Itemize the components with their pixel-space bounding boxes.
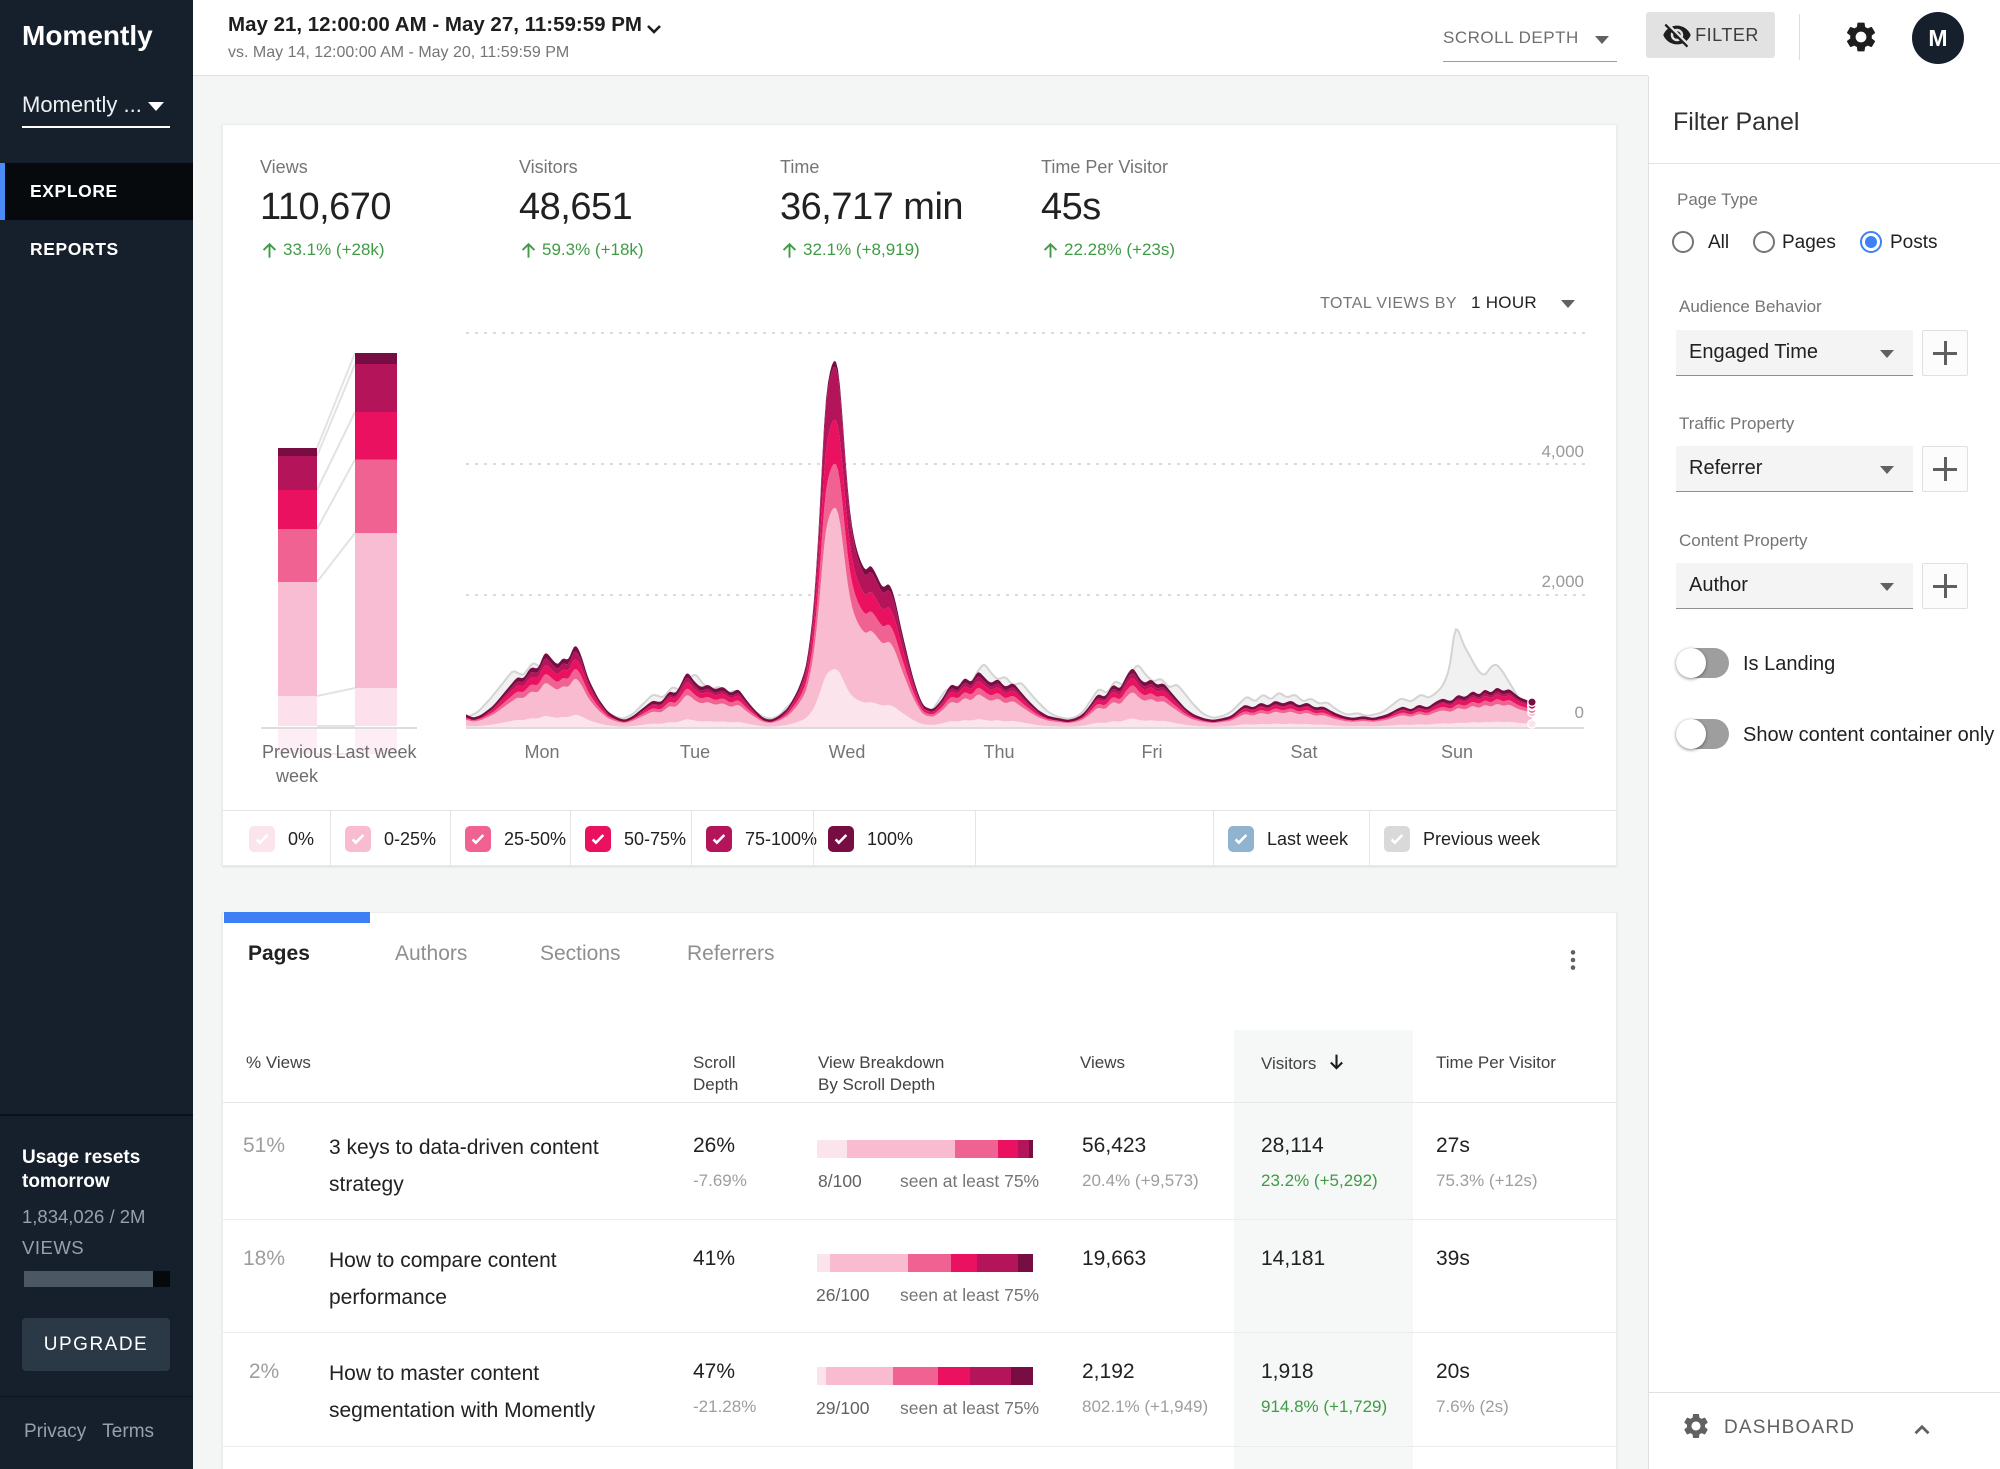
svg-text:Sat: Sat [1290,742,1317,762]
svg-text:2,000: 2,000 [1541,572,1584,591]
svg-text:Last week: Last week [335,742,417,762]
svg-text:Mon: Mon [524,742,559,762]
svg-text:Thu: Thu [983,742,1014,762]
svg-text:Previous: Previous [262,742,332,762]
svg-text:4,000: 4,000 [1541,442,1584,461]
svg-text:Wed: Wed [829,742,866,762]
svg-text:0: 0 [1575,703,1584,722]
svg-text:Tue: Tue [680,742,710,762]
svg-text:week: week [275,766,319,786]
svg-text:Sun: Sun [1441,742,1473,762]
svg-text:Fri: Fri [1142,742,1163,762]
